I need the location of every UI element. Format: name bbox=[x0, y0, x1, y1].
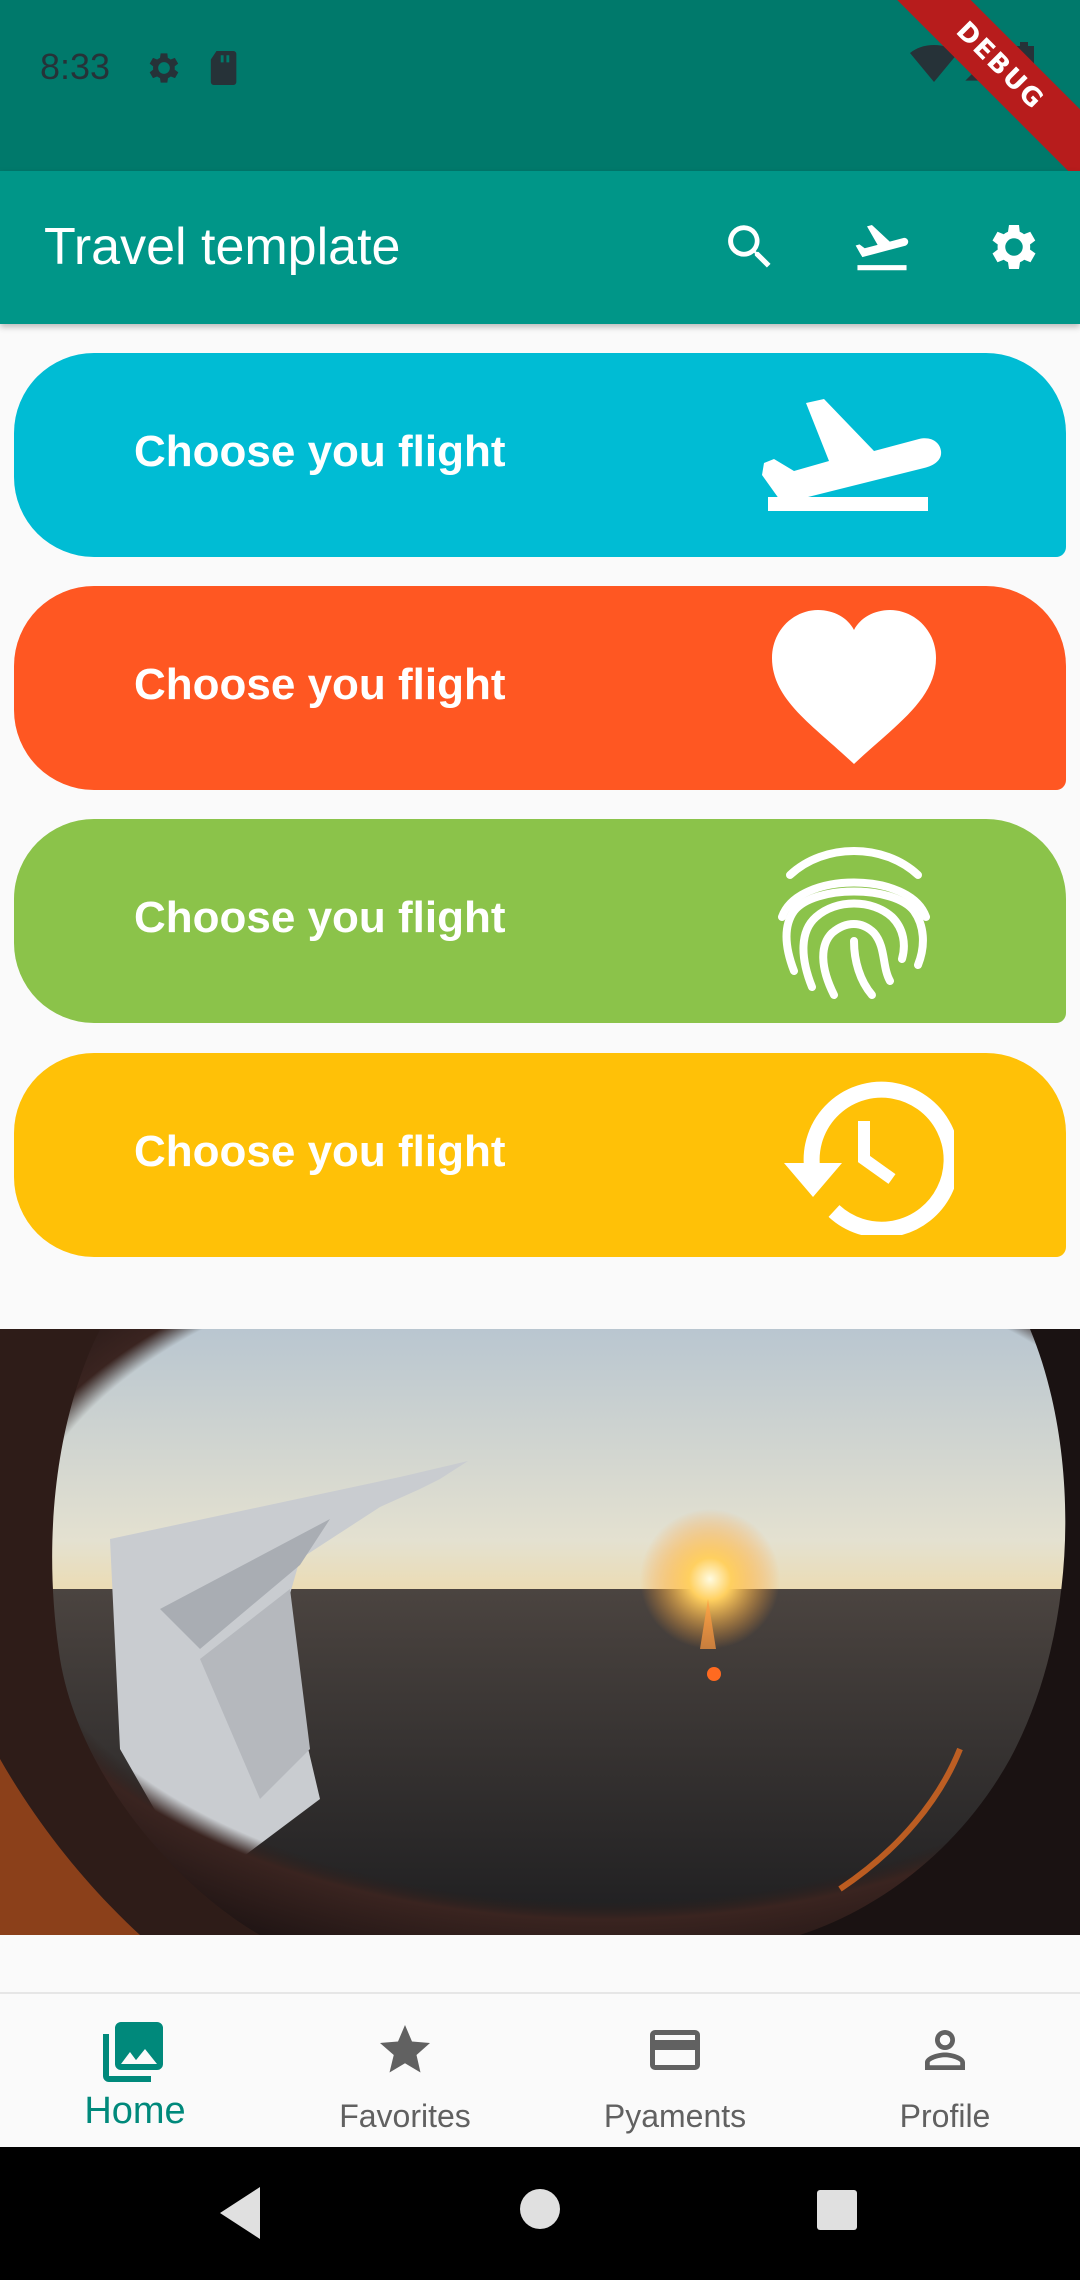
photo-library-icon bbox=[103, 2022, 163, 2082]
app-title: Travel template bbox=[44, 218, 401, 276]
credit-card-icon bbox=[650, 2030, 700, 2070]
sd-card-icon bbox=[210, 51, 237, 85]
heart-icon bbox=[772, 610, 936, 764]
flight-takeoff-icon bbox=[762, 399, 942, 511]
card-label: Choose you flight bbox=[134, 660, 506, 709]
search-button[interactable] bbox=[712, 209, 788, 285]
nav-profile[interactable]: Profile bbox=[810, 1994, 1080, 2149]
settings-button[interactable] bbox=[976, 209, 1052, 285]
bottom-navigation: Home Favorites Pyaments Profile bbox=[0, 1992, 1080, 2149]
debug-banner: DEBUG bbox=[875, 0, 1080, 191]
settings-icon bbox=[992, 225, 1036, 269]
status-bar: 8:33 DEBUG bbox=[0, 0, 1080, 191]
nav-favorites[interactable]: Favorites bbox=[270, 1994, 540, 2149]
search-icon bbox=[728, 225, 771, 268]
nav-label: Profile bbox=[899, 2098, 991, 2134]
back-icon[interactable] bbox=[216, 2183, 266, 2243]
card-label: Choose you flight bbox=[134, 427, 506, 476]
home-circle-icon[interactable] bbox=[518, 2187, 562, 2231]
flight-card[interactable]: Choose you flight bbox=[14, 353, 1066, 557]
nav-home[interactable]: Home bbox=[0, 1994, 270, 2149]
nav-label: Home bbox=[84, 2090, 186, 2132]
app-bar: Travel template bbox=[0, 171, 1080, 324]
nav-label: Pyaments bbox=[603, 2098, 747, 2134]
flight-takeoff-icon bbox=[855, 225, 909, 271]
system-navigation-bar bbox=[0, 2147, 1080, 2280]
gear-icon bbox=[149, 53, 179, 83]
history-card[interactable]: Choose you flight bbox=[14, 1053, 1066, 1257]
nav-payments[interactable]: Pyaments bbox=[540, 1994, 810, 2149]
card-label: Choose you flight bbox=[134, 1127, 506, 1176]
status-time: 8:33 bbox=[40, 46, 111, 87]
fingerprint-icon bbox=[778, 847, 930, 999]
favorites-card[interactable]: Choose you flight bbox=[14, 586, 1066, 790]
card-label: Choose you flight bbox=[134, 893, 506, 942]
recents-icon[interactable] bbox=[816, 2189, 858, 2231]
person-icon bbox=[925, 2030, 965, 2070]
star-icon bbox=[380, 2025, 430, 2073]
fingerprint-card[interactable]: Choose you flight bbox=[14, 819, 1066, 1023]
airplane-window-sunset-image bbox=[0, 1329, 1080, 1935]
nav-label: Favorites bbox=[339, 2098, 471, 2134]
flight-button[interactable] bbox=[844, 209, 920, 285]
history-icon bbox=[784, 1081, 954, 1235]
